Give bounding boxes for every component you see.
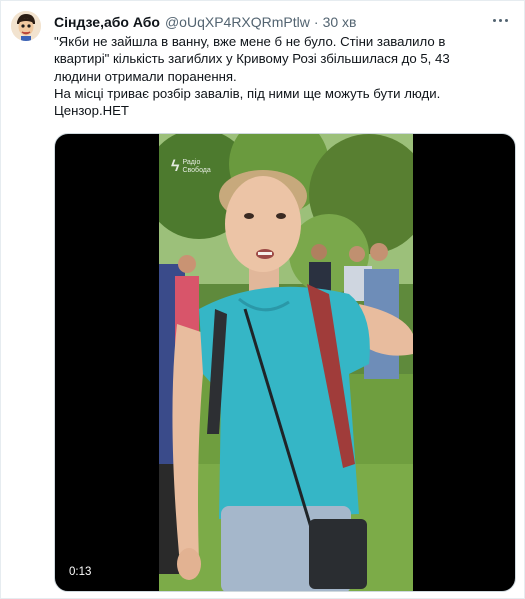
tweet-text-line: На місці триває розбір завалів, під ними… xyxy=(54,85,441,101)
tweet-text-line: людини отримали поранення. xyxy=(54,68,237,84)
video-player[interactable]: ϟ Радіо Свобода 0:13 xyxy=(54,133,516,592)
watermark-line: Радіо xyxy=(182,159,201,166)
tweet-text: "Якби не зайшла в ванну, вже мене б не б… xyxy=(54,33,474,119)
video-duration-badge: 0:13 xyxy=(65,564,96,580)
tweet-card[interactable]: Сіндзе,або Або @oUqXP4RXQRmPtlw · 30 хв … xyxy=(0,0,525,599)
user-handle[interactable]: @oUqXP4RXQRmPtlw xyxy=(165,14,310,30)
tweet-timestamp[interactable]: 30 хв xyxy=(323,14,357,30)
more-horizontal-icon[interactable] xyxy=(490,11,510,29)
separator-dot: · xyxy=(313,14,319,30)
radio-svoboda-watermark: ϟ Радіо Свобода xyxy=(171,158,211,175)
avatar[interactable] xyxy=(11,11,41,41)
tweet-header: Сіндзе,або Або @oUqXP4RXQRmPtlw · 30 хв xyxy=(54,13,356,31)
tweet-text-line: квартирі" кількість загиблих у Кривому Р… xyxy=(54,51,450,67)
watermark-line: Свобода xyxy=(182,167,211,174)
tweet-text-line: Цензор.НЕТ xyxy=(54,103,129,119)
display-name[interactable]: Сіндзе,або Або xyxy=(54,14,160,30)
video-frame[interactable]: ϟ Радіо Свобода xyxy=(159,134,413,591)
tweet-text-line: "Якби не зайшла в ванну, вже мене б не б… xyxy=(54,34,446,49)
